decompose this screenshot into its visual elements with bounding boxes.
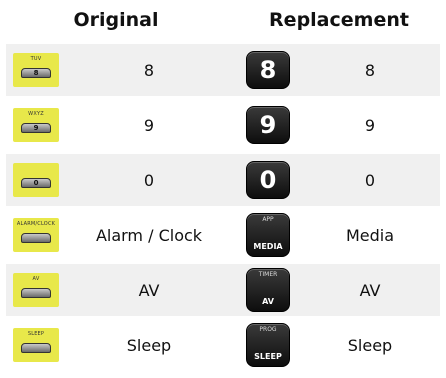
replacement-button-icon: PROG SLEEP: [246, 323, 290, 367]
original-button-icon: AV: [13, 273, 59, 307]
original-button-icon: WXYZ 9: [13, 108, 59, 142]
table-row: AV AV TIMER AV AV: [6, 264, 440, 316]
replacement-label: AV: [359, 280, 381, 300]
original-label: Alarm / Clock: [95, 225, 203, 245]
button-comparison-table: TUV 8 8 8 8 WXYZ 9 9 9 9 0 0 0 0 ALARM/C…: [6, 44, 440, 374]
table-row: TUV 8 8 8 8: [6, 44, 440, 96]
replacement-button-icon: 0: [246, 161, 290, 199]
replacement-header: Replacement: [269, 9, 409, 31]
table-row: SLEEP Sleep PROG SLEEP Sleep: [6, 319, 440, 371]
table-row: ALARM/CLOCK Alarm / Clock APP MEDIA Medi…: [6, 209, 440, 261]
table-row: WXYZ 9 9 9 9: [6, 99, 440, 151]
table-header: Original Replacement: [0, 0, 446, 44]
replacement-label: 9: [364, 115, 376, 135]
replacement-button-icon: APP MEDIA: [246, 213, 290, 257]
replacement-label: Sleep: [347, 335, 393, 355]
original-label: 9: [143, 115, 155, 135]
original-button-icon: TUV 8: [13, 53, 59, 87]
original-label: 0: [143, 170, 155, 190]
replacement-label: Media: [345, 225, 395, 245]
original-button-icon: SLEEP: [13, 328, 59, 362]
original-label: AV: [138, 280, 160, 300]
replacement-button-icon: 9: [246, 106, 290, 144]
replacement-button-icon: 8: [246, 51, 290, 89]
original-label: 8: [143, 60, 155, 80]
original-label: Sleep: [126, 335, 172, 355]
original-button-icon: 0: [13, 163, 59, 197]
original-header: Original: [73, 9, 159, 31]
original-button-icon: ALARM/CLOCK: [13, 218, 59, 252]
table-row: 0 0 0 0: [6, 154, 440, 206]
replacement-label: 8: [364, 60, 376, 80]
replacement-label: 0: [364, 170, 376, 190]
replacement-button-icon: TIMER AV: [246, 268, 290, 312]
